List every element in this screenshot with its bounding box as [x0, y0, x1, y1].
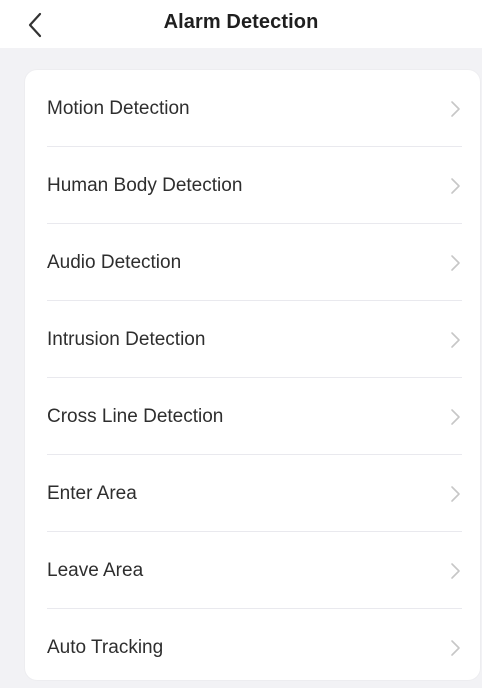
list-item-audio-detection[interactable]: Audio Detection — [25, 224, 480, 301]
list-item-intrusion-detection[interactable]: Intrusion Detection — [25, 301, 480, 378]
list-item-label: Audio Detection — [47, 251, 182, 273]
list-item-leave-area[interactable]: Leave Area — [25, 532, 480, 609]
list-item-auto-tracking[interactable]: Auto Tracking — [25, 609, 480, 686]
chevron-right-icon — [451, 177, 460, 194]
chevron-right-icon — [451, 254, 460, 271]
detection-settings-list: Motion Detection Human Body Detection Au… — [25, 70, 480, 680]
chevron-right-icon — [451, 639, 460, 656]
list-item-cross-line-detection[interactable]: Cross Line Detection — [25, 378, 480, 455]
list-item-label: Cross Line Detection — [47, 405, 224, 427]
list-item-motion-detection[interactable]: Motion Detection — [25, 70, 480, 147]
app-header: Alarm Detection — [0, 0, 482, 48]
chevron-right-icon — [451, 408, 460, 425]
chevron-right-icon — [451, 562, 460, 579]
list-item-label: Intrusion Detection — [47, 328, 206, 350]
list-item-label: Leave Area — [47, 559, 144, 581]
list-item-label: Motion Detection — [47, 97, 190, 119]
chevron-right-icon — [451, 100, 460, 117]
list-item-human-body-detection[interactable]: Human Body Detection — [25, 147, 480, 224]
list-item-label: Auto Tracking — [47, 636, 164, 658]
page-title: Alarm Detection — [163, 11, 319, 33]
chevron-right-icon — [451, 331, 460, 348]
list-item-label: Enter Area — [47, 482, 137, 504]
chevron-right-icon — [451, 485, 460, 502]
list-item-enter-area[interactable]: Enter Area — [25, 455, 480, 532]
list-item-label: Human Body Detection — [47, 174, 243, 196]
